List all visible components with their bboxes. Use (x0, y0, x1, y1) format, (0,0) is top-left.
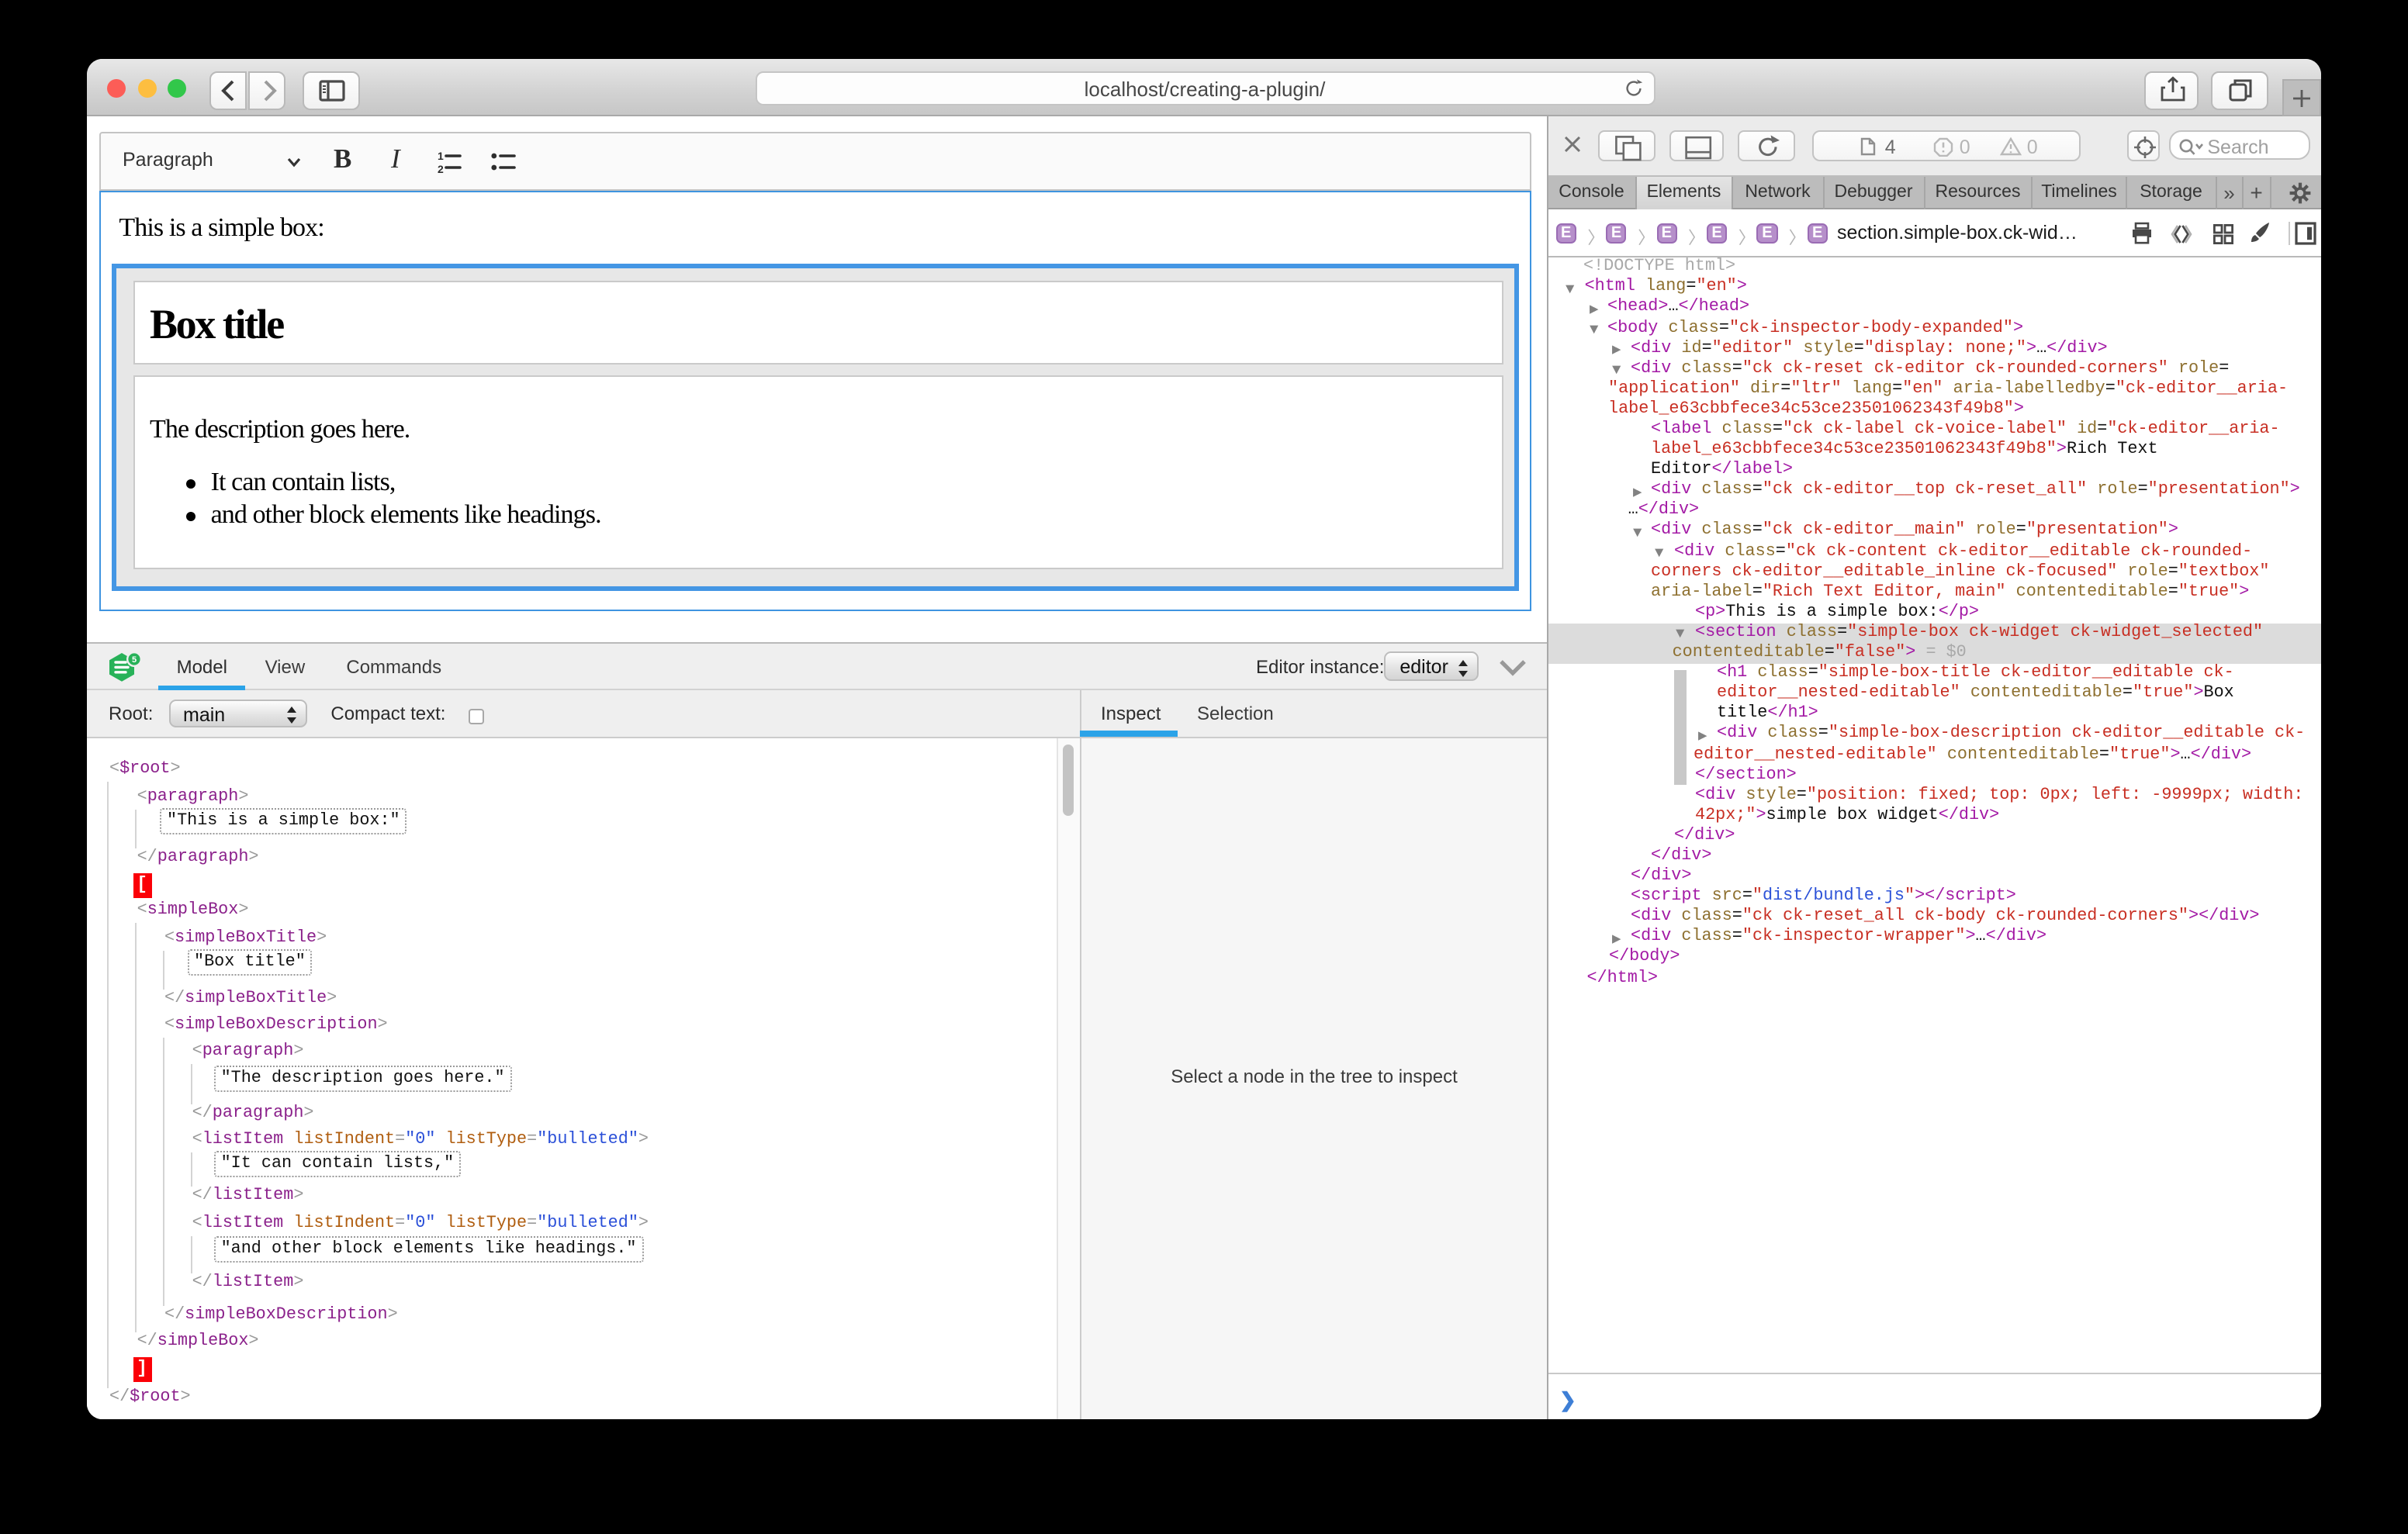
svg-text:5: 5 (131, 655, 136, 665)
svg-text:1: 1 (437, 149, 443, 161)
svg-text:2: 2 (437, 162, 443, 174)
